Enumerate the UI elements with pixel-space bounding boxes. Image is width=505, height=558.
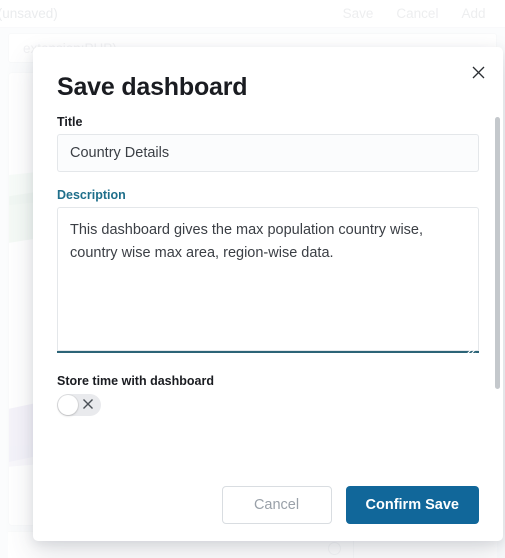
title-input[interactable]: [57, 134, 479, 172]
description-field-label: Description: [57, 188, 126, 202]
modal-scrollbar-thumb[interactable]: [495, 117, 500, 389]
title-field-label: Title: [57, 115, 83, 129]
save-dashboard-modal: Save dashboard Title Description Store t…: [33, 47, 503, 541]
modal-footer: Cancel Confirm Save: [33, 468, 503, 541]
modal-body: Title Description Store time with dashbo…: [33, 115, 503, 468]
cross-icon: [83, 399, 93, 409]
modal-header: Save dashboard: [33, 47, 503, 102]
page-title: Save dashboard: [57, 73, 248, 101]
description-input[interactable]: [57, 207, 479, 353]
store-time-toggle-row: [57, 394, 479, 416]
close-button[interactable]: [467, 61, 489, 83]
description-field-group: Description: [57, 188, 479, 358]
store-time-field-group: Store time with dashboard: [57, 374, 479, 416]
store-time-toggle[interactable]: [57, 394, 101, 416]
toggle-knob: [58, 395, 78, 415]
description-input-wrapper: [57, 207, 479, 358]
store-time-label: Store time with dashboard: [57, 374, 214, 388]
close-icon: [472, 66, 484, 78]
cancel-button[interactable]: Cancel: [221, 485, 332, 524]
confirm-save-button[interactable]: Confirm Save: [345, 485, 479, 524]
title-field-group: Title: [57, 115, 479, 172]
